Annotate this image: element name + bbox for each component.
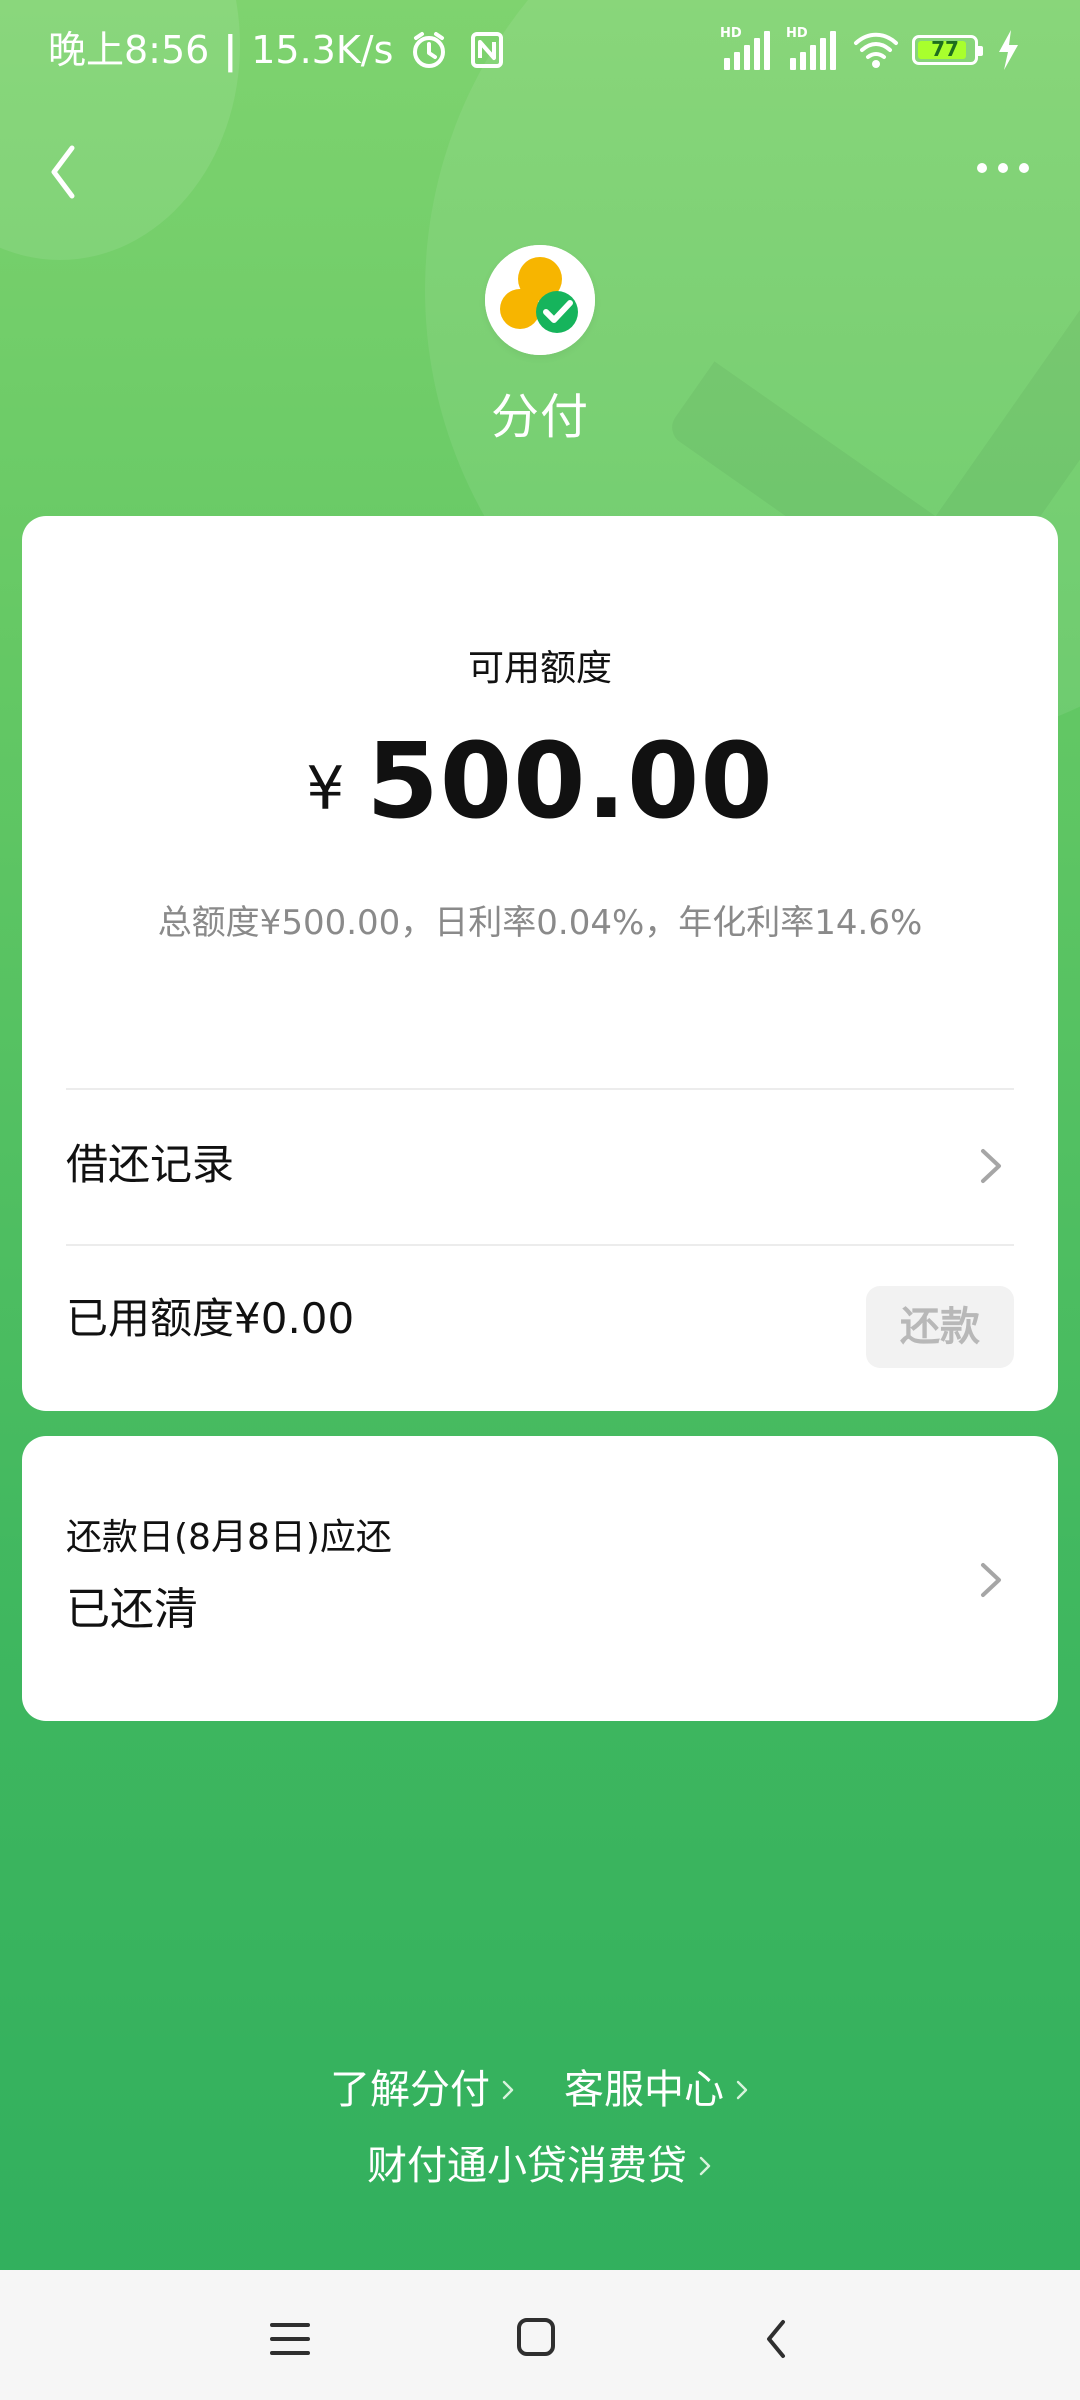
charging-icon bbox=[994, 28, 1038, 72]
signal-icon: HD bbox=[786, 26, 836, 70]
learn-fenfu-link[interactable]: 了解分付 bbox=[330, 2065, 516, 2115]
page-title: 分付 bbox=[490, 389, 589, 445]
tenpay-consumer-loan-link-label: 财付通小贷消费贷 bbox=[367, 2143, 687, 2189]
menu-button[interactable] bbox=[255, 2310, 325, 2368]
borrow-repay-record-label: 借还记录 bbox=[66, 1140, 235, 1189]
customer-service-link[interactable]: 客服中心 bbox=[564, 2065, 750, 2115]
system-back-button[interactable] bbox=[745, 2310, 815, 2368]
available-credit-label: 可用额度 bbox=[467, 648, 612, 689]
borrow-repay-record-row[interactable]: 借还记录 bbox=[66, 1090, 1014, 1244]
signal-icon: HD bbox=[720, 26, 770, 70]
more-horizontal-icon bbox=[977, 163, 1029, 173]
currency-symbol: ¥ bbox=[306, 754, 345, 824]
battery-level: 77 bbox=[931, 37, 959, 61]
credit-amount-value: 500.00 bbox=[366, 720, 774, 842]
customer-service-link-label: 客服中心 bbox=[564, 2067, 724, 2113]
used-credit-row: 已用额度¥0.00 还款 bbox=[66, 1246, 1014, 1411]
chevron-left-icon bbox=[51, 145, 75, 199]
system-navigation-bar bbox=[0, 2270, 1080, 2400]
tenpay-consumer-loan-link[interactable]: 财付通小贷消费贷 bbox=[367, 2141, 713, 2191]
back-icon bbox=[767, 2320, 785, 2358]
chevron-right-icon bbox=[736, 2080, 748, 2100]
available-credit-amount: ¥ 500.00 bbox=[22, 721, 1058, 841]
status-bar: 晚上8:56 | 15.3K/s HD HD 77 bbox=[0, 0, 1080, 100]
fenfu-screen: 晚上8:56 | 15.3K/s HD HD 77 分付 可用额度 ¥ 500.… bbox=[0, 0, 1080, 2400]
fenfu-logo-icon bbox=[485, 245, 595, 355]
home-square-icon bbox=[517, 2318, 555, 2356]
learn-fenfu-link-label: 了解分付 bbox=[330, 2067, 490, 2113]
credit-description: 总额度¥500.00，日利率0.04%，年化利率14.6% bbox=[157, 903, 923, 943]
back-button[interactable] bbox=[34, 130, 104, 210]
status-separator: | bbox=[223, 28, 238, 72]
chevron-right-icon bbox=[981, 1149, 1001, 1183]
chevron-right-icon bbox=[502, 2080, 514, 2100]
network-speed: 15.3K/s bbox=[251, 28, 394, 72]
battery-icon: 77 bbox=[912, 35, 983, 65]
nfc-icon bbox=[465, 28, 509, 72]
chevron-right-icon bbox=[699, 2156, 711, 2176]
menu-icon bbox=[270, 2323, 310, 2355]
footer-link-row: 了解分付 客服中心 bbox=[0, 2065, 1080, 2115]
more-button[interactable] bbox=[968, 143, 1038, 193]
app-header: 分付 bbox=[0, 245, 1080, 455]
repayment-date-label: 还款日(8月8日)应还 bbox=[66, 1517, 392, 1558]
status-right: HD HD 77 bbox=[720, 26, 1038, 72]
repayment-status: 已还清 bbox=[66, 1584, 198, 1635]
status-time: 晚上8:56 bbox=[48, 28, 210, 72]
chevron-right-icon bbox=[981, 1563, 1001, 1597]
home-button[interactable] bbox=[502, 2310, 572, 2368]
credit-card: 可用额度 ¥ 500.00 总额度¥500.00，日利率0.04%，年化利率14… bbox=[22, 516, 1058, 1411]
used-credit-label: 已用额度¥0.00 bbox=[66, 1294, 355, 1343]
repay-button[interactable]: 还款 bbox=[866, 1286, 1014, 1368]
alarm-icon bbox=[407, 28, 451, 72]
footer-link-row: 财付通小贷消费贷 bbox=[0, 2141, 1080, 2191]
status-left: 晚上8:56 | 15.3K/s bbox=[48, 28, 509, 72]
wifi-icon bbox=[852, 28, 898, 72]
repayment-card[interactable]: 还款日(8月8日)应还 已还清 bbox=[22, 1436, 1058, 1721]
top-navigation bbox=[0, 110, 1080, 230]
